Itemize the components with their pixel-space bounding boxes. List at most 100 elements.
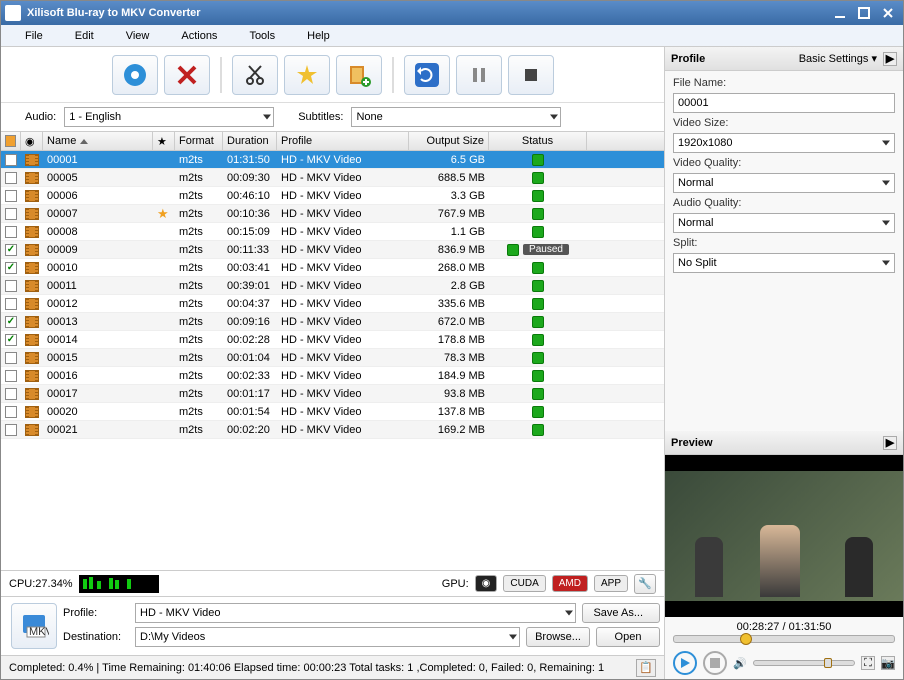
row-checkbox[interactable] xyxy=(5,334,17,346)
row-checkbox[interactable] xyxy=(5,262,17,274)
browse-button[interactable]: Browse... xyxy=(526,627,590,647)
column-checkbox[interactable] xyxy=(1,132,21,150)
column-profile[interactable]: Profile xyxy=(277,132,409,150)
row-checkbox[interactable] xyxy=(5,190,17,202)
row-checkbox[interactable] xyxy=(5,352,17,364)
row-checkbox[interactable] xyxy=(5,406,17,418)
preview-seek-slider[interactable] xyxy=(673,635,895,643)
table-row[interactable]: 00021m2ts00:02:20HD - MKV Video169.2 MB xyxy=(1,421,664,439)
menu-edit[interactable]: Edit xyxy=(59,27,110,45)
log-button[interactable]: 📋 xyxy=(636,659,656,677)
save-as-button[interactable]: Save As... xyxy=(582,603,660,623)
menu-tools[interactable]: Tools xyxy=(233,27,291,45)
basic-settings-dropdown[interactable]: Basic Settings ▾ xyxy=(799,52,877,65)
row-checkbox[interactable] xyxy=(5,280,17,292)
row-star[interactable] xyxy=(153,331,175,348)
snapshot-button[interactable]: 📷 xyxy=(881,656,895,670)
row-checkbox[interactable] xyxy=(5,172,17,184)
table-row[interactable]: 00007★m2ts00:10:36HD - MKV Video767.9 MB xyxy=(1,205,664,223)
stop-button[interactable] xyxy=(508,55,554,95)
row-star[interactable] xyxy=(153,349,175,366)
row-star[interactable] xyxy=(153,313,175,330)
play-button[interactable] xyxy=(673,651,697,675)
gpu-settings-button[interactable]: 🔧 xyxy=(634,574,656,594)
column-status[interactable]: Status xyxy=(489,132,587,150)
row-star[interactable]: ★ xyxy=(153,205,175,222)
menu-actions[interactable]: Actions xyxy=(165,27,233,45)
audio-quality-select[interactable]: Normal xyxy=(673,213,895,233)
row-checkbox[interactable] xyxy=(5,244,17,256)
column-format[interactable]: Format xyxy=(175,132,223,150)
table-row[interactable]: 00017m2ts00:01:17HD - MKV Video93.8 MB xyxy=(1,385,664,403)
table-row[interactable]: 00005m2ts00:09:30HD - MKV Video688.5 MB xyxy=(1,169,664,187)
profile-expand-button[interactable]: ▶ xyxy=(883,52,897,66)
convert-button[interactable] xyxy=(404,55,450,95)
row-star[interactable] xyxy=(153,295,175,312)
delete-button[interactable] xyxy=(164,55,210,95)
row-star[interactable] xyxy=(153,367,175,384)
table-row[interactable]: 00008m2ts00:15:09HD - MKV Video1.1 GB xyxy=(1,223,664,241)
table-row[interactable]: 00006m2ts00:46:10HD - MKV Video3.3 GB xyxy=(1,187,664,205)
column-duration[interactable]: Duration xyxy=(223,132,277,150)
row-checkbox[interactable] xyxy=(5,424,17,436)
row-star[interactable] xyxy=(153,241,175,258)
preview-expand-button[interactable]: ▶ xyxy=(883,436,897,450)
row-checkbox[interactable] xyxy=(5,226,17,238)
row-star[interactable] xyxy=(153,151,175,168)
preview-video[interactable] xyxy=(665,455,903,617)
row-star[interactable] xyxy=(153,277,175,294)
video-quality-select[interactable]: Normal xyxy=(673,173,895,193)
profile-select[interactable]: HD - MKV Video xyxy=(135,603,576,623)
load-disc-button[interactable] xyxy=(112,55,158,95)
table-row[interactable]: 00012m2ts00:04:37HD - MKV Video335.6 MB xyxy=(1,295,664,313)
audio-select[interactable]: 1 - English xyxy=(64,107,274,127)
open-button[interactable]: Open xyxy=(596,627,660,647)
video-size-select[interactable]: 1920x1080 xyxy=(673,133,895,153)
fullscreen-button[interactable]: ⛶ xyxy=(861,656,875,670)
subtitles-select[interactable]: None xyxy=(351,107,561,127)
row-checkbox[interactable] xyxy=(5,316,17,328)
table-row[interactable]: 00013m2ts00:09:16HD - MKV Video672.0 MB xyxy=(1,313,664,331)
table-row[interactable]: 00015m2ts00:01:04HD - MKV Video78.3 MB xyxy=(1,349,664,367)
volume-icon[interactable]: 🔊 xyxy=(733,657,747,670)
row-checkbox[interactable] xyxy=(5,154,17,166)
row-checkbox[interactable] xyxy=(5,208,17,220)
volume-slider[interactable] xyxy=(753,660,855,666)
maximize-button[interactable] xyxy=(853,4,875,22)
row-star[interactable] xyxy=(153,169,175,186)
table-row[interactable]: 00020m2ts00:01:54HD - MKV Video137.8 MB xyxy=(1,403,664,421)
split-select[interactable]: No Split xyxy=(673,253,895,273)
menu-view[interactable]: View xyxy=(110,27,166,45)
column-output-size[interactable]: Output Size xyxy=(409,132,489,150)
column-name[interactable]: Name xyxy=(43,132,153,150)
table-row[interactable]: 00009m2ts00:11:33HD - MKV Video836.9 MBP… xyxy=(1,241,664,259)
pause-button[interactable] xyxy=(456,55,502,95)
menu-file[interactable]: File xyxy=(9,27,59,45)
menu-help[interactable]: Help xyxy=(291,27,346,45)
table-row[interactable]: 00011m2ts00:39:01HD - MKV Video2.8 GB xyxy=(1,277,664,295)
file-name-input[interactable]: 00001 xyxy=(673,93,895,113)
minimize-button[interactable] xyxy=(829,4,851,22)
row-star[interactable] xyxy=(153,421,175,438)
row-star[interactable] xyxy=(153,223,175,240)
effects-button[interactable] xyxy=(284,55,330,95)
table-row[interactable]: 00014m2ts00:02:28HD - MKV Video178.8 MB xyxy=(1,331,664,349)
table-row[interactable]: 00016m2ts00:02:33HD - MKV Video184.9 MB xyxy=(1,367,664,385)
grid-body[interactable]: 00001m2ts01:31:50HD - MKV Video6.5 GB000… xyxy=(1,151,664,570)
table-row[interactable]: 00010m2ts00:03:41HD - MKV Video268.0 MB xyxy=(1,259,664,277)
row-checkbox[interactable] xyxy=(5,298,17,310)
row-star[interactable] xyxy=(153,385,175,402)
row-star[interactable] xyxy=(153,259,175,276)
table-row[interactable]: 00001m2ts01:31:50HD - MKV Video6.5 GB xyxy=(1,151,664,169)
row-checkbox[interactable] xyxy=(5,388,17,400)
close-button[interactable] xyxy=(877,4,899,22)
add-frame-button[interactable] xyxy=(336,55,382,95)
cut-button[interactable] xyxy=(232,55,278,95)
row-star[interactable] xyxy=(153,403,175,420)
column-icon[interactable]: ◉ xyxy=(21,132,43,150)
preview-stop-button[interactable] xyxy=(703,651,727,675)
column-star[interactable]: ★ xyxy=(153,132,175,150)
row-checkbox[interactable] xyxy=(5,370,17,382)
destination-input[interactable]: D:\My Videos xyxy=(135,627,520,647)
row-star[interactable] xyxy=(153,187,175,204)
